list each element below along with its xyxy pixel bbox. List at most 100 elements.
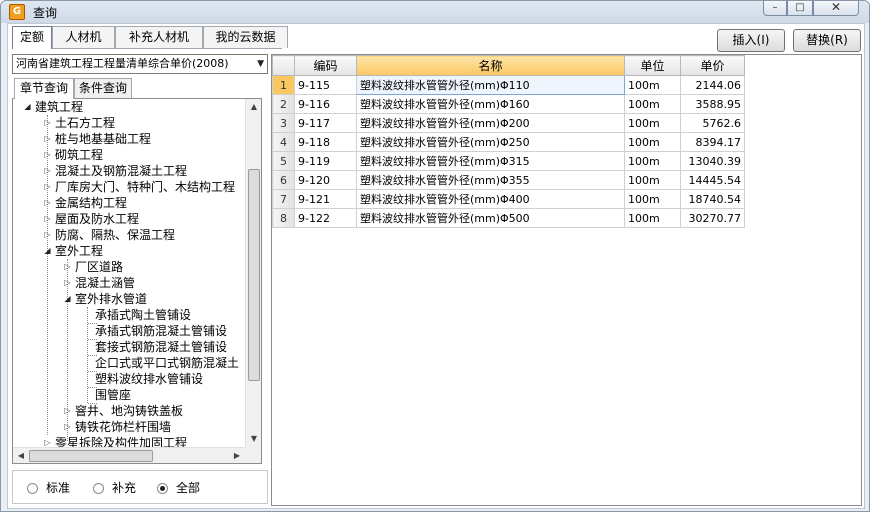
scroll-thumb[interactable] xyxy=(248,169,260,381)
table-row[interactable]: 3 9-117 塑料波纹排水管管外径(mm)Φ200 100m 5762.6 xyxy=(272,113,745,133)
cell-unit[interactable]: 100m xyxy=(624,75,681,95)
cell-price[interactable]: 5762.6 xyxy=(680,113,745,133)
column-header-price[interactable]: 单价 xyxy=(680,55,745,76)
tree-node[interactable]: 金属结构工程 xyxy=(55,195,127,211)
tree-horizontal-scrollbar[interactable]: ◀ ▶ xyxy=(13,447,245,463)
tab-supplement-lmm[interactable]: 补充人材机 xyxy=(115,26,203,48)
insert-button[interactable]: 插入(I) xyxy=(717,29,785,52)
chapter-tree[interactable]: ◢ 建筑工程 ▷ 土石方工程 ▷ 桩与地基基础工程 ▷ 砌筑工程 ▷ 混凝土及钢… xyxy=(12,98,262,464)
collapsed-triangle-icon[interactable]: ▷ xyxy=(43,211,52,227)
scroll-thumb[interactable] xyxy=(29,450,153,462)
cell-name[interactable]: 塑料波纹排水管管外径(mm)Φ250 xyxy=(356,132,625,152)
scroll-left-icon[interactable]: ◀ xyxy=(13,448,29,463)
expanded-triangle-icon[interactable]: ◢ xyxy=(23,99,32,115)
tab-condition-query[interactable]: 条件查询 xyxy=(74,78,132,98)
radio-supplement[interactable]: 补充 xyxy=(93,481,136,495)
tree-node[interactable]: 防腐、隔热、保温工程 xyxy=(55,227,175,243)
library-select[interactable]: 河南省建筑工程工程量清单综合单价(2008) ▼ xyxy=(12,54,268,74)
scroll-up-icon[interactable]: ▲ xyxy=(246,99,261,115)
expanded-triangle-icon[interactable]: ◢ xyxy=(43,243,52,259)
cell-code[interactable]: 9-115 xyxy=(294,75,357,95)
tree-vertical-scrollbar[interactable]: ▲ ▼ xyxy=(245,99,261,447)
cell-code[interactable]: 9-120 xyxy=(294,170,357,190)
tree-node[interactable]: 窨井、地沟铸铁盖板 xyxy=(75,403,183,419)
scroll-down-icon[interactable]: ▼ xyxy=(246,431,261,447)
tree-node[interactable]: 室外工程 xyxy=(55,243,103,259)
cell-name[interactable]: 塑料波纹排水管管外径(mm)Φ400 xyxy=(356,189,625,209)
cell-price[interactable]: 2144.06 xyxy=(680,75,745,95)
tab-my-cloud-data[interactable]: 我的云数据 xyxy=(203,26,288,48)
chevron-down-icon[interactable]: ▼ xyxy=(257,55,264,73)
tree-node[interactable]: 围管座 xyxy=(95,387,131,403)
tab-labor-material-machine[interactable]: 人材机 xyxy=(52,26,115,48)
collapsed-triangle-icon[interactable]: ▷ xyxy=(43,115,52,131)
collapsed-triangle-icon[interactable]: ▷ xyxy=(63,259,72,275)
tree-node[interactable]: 建筑工程 xyxy=(35,99,83,115)
cell-unit[interactable]: 100m xyxy=(624,189,681,209)
tree-node[interactable]: 零星拆除及构件加固工程 xyxy=(55,435,187,447)
replace-button[interactable]: 替换(R) xyxy=(793,29,861,52)
table-row[interactable]: 5 9-119 塑料波纹排水管管外径(mm)Φ315 100m 13040.39 xyxy=(272,151,745,171)
cell-code[interactable]: 9-116 xyxy=(294,94,357,114)
collapsed-triangle-icon[interactable]: ▷ xyxy=(43,131,52,147)
tree-node[interactable]: 砌筑工程 xyxy=(55,147,103,163)
radio-circle[interactable] xyxy=(27,483,38,494)
tree-node[interactable]: 土石方工程 xyxy=(55,115,115,131)
tree-node[interactable]: 屋面及防水工程 xyxy=(55,211,139,227)
cell-unit[interactable]: 100m xyxy=(624,132,681,152)
cell-code[interactable]: 9-119 xyxy=(294,151,357,171)
tree-node[interactable]: 承插式陶土管铺设 xyxy=(95,307,191,323)
tab-quota[interactable]: 定额 xyxy=(12,26,52,49)
collapsed-triangle-icon[interactable]: ▷ xyxy=(43,195,52,211)
column-header-name[interactable]: 名称 xyxy=(356,55,625,76)
cell-unit[interactable]: 100m xyxy=(624,208,681,228)
cell-unit[interactable]: 100m xyxy=(624,170,681,190)
table-row[interactable]: 8 9-122 塑料波纹排水管管外径(mm)Φ500 100m 30270.77 xyxy=(272,208,745,228)
cell-code[interactable]: 9-117 xyxy=(294,113,357,133)
cell-unit[interactable]: 100m xyxy=(624,113,681,133)
cell-price[interactable]: 3588.95 xyxy=(680,94,745,114)
cell-unit[interactable]: 100m xyxy=(624,151,681,171)
collapsed-triangle-icon[interactable]: ▷ xyxy=(63,275,72,291)
radio-circle[interactable] xyxy=(93,483,104,494)
tree-node[interactable]: 套接式钢筋混凝土管铺设 xyxy=(95,339,227,355)
cell-price[interactable]: 14445.54 xyxy=(680,170,745,190)
collapsed-triangle-icon[interactable]: ▷ xyxy=(43,227,52,243)
scroll-right-icon[interactable]: ▶ xyxy=(229,448,245,463)
cell-price[interactable]: 18740.54 xyxy=(680,189,745,209)
tree-node-selected[interactable]: 塑料波纹排水管铺设 xyxy=(95,371,203,387)
radio-all[interactable]: 全部 xyxy=(157,481,200,495)
cell-unit[interactable]: 100m xyxy=(624,94,681,114)
cell-price[interactable]: 13040.39 xyxy=(680,151,745,171)
cell-price[interactable]: 8394.17 xyxy=(680,132,745,152)
table-row[interactable]: 4 9-118 塑料波纹排水管管外径(mm)Φ250 100m 8394.17 xyxy=(272,132,745,152)
tree-node[interactable]: 桩与地基基础工程 xyxy=(55,131,151,147)
tree-node[interactable]: 铸铁花饰栏杆围墙 xyxy=(75,419,171,435)
cell-name[interactable]: 塑料波纹排水管管外径(mm)Φ110 xyxy=(356,75,625,95)
close-button[interactable]: ✕ xyxy=(813,1,859,16)
column-header-unit[interactable]: 单位 xyxy=(624,55,681,76)
tree-node[interactable]: 厂区道路 xyxy=(75,259,123,275)
tree-node[interactable]: 承插式钢筋混凝土管铺设 xyxy=(95,323,227,339)
cell-name[interactable]: 塑料波纹排水管管外径(mm)Φ500 xyxy=(356,208,625,228)
radio-circle-checked[interactable] xyxy=(157,483,168,494)
cell-code[interactable]: 9-118 xyxy=(294,132,357,152)
collapsed-triangle-icon[interactable]: ▷ xyxy=(43,147,52,163)
tree-node[interactable]: 室外排水管道 xyxy=(75,291,147,307)
tree-node[interactable]: 混凝土涵管 xyxy=(75,275,135,291)
table-row[interactable]: 7 9-121 塑料波纹排水管管外径(mm)Φ400 100m 18740.54 xyxy=(272,189,745,209)
cell-price[interactable]: 30270.77 xyxy=(680,208,745,228)
column-header-code[interactable]: 编码 xyxy=(294,55,357,76)
collapsed-triangle-icon[interactable]: ▷ xyxy=(43,435,52,447)
table-row[interactable]: 1 9-115 塑料波纹排水管管外径(mm)Φ110 100m 2144.06 xyxy=(272,75,745,95)
table-row[interactable]: 6 9-120 塑料波纹排水管管外径(mm)Φ355 100m 14445.54 xyxy=(272,170,745,190)
cell-code[interactable]: 9-121 xyxy=(294,189,357,209)
tree-node[interactable]: 企口式或平口式钢筋混凝土 xyxy=(95,355,239,371)
expanded-triangle-icon[interactable]: ◢ xyxy=(63,291,72,307)
cell-name[interactable]: 塑料波纹排水管管外径(mm)Φ355 xyxy=(356,170,625,190)
collapsed-triangle-icon[interactable]: ▷ xyxy=(63,419,72,435)
cell-name[interactable]: 塑料波纹排水管管外径(mm)Φ160 xyxy=(356,94,625,114)
tab-chapter-query[interactable]: 章节查询 xyxy=(14,78,74,99)
minimize-button[interactable]: – xyxy=(763,1,787,16)
table-row[interactable]: 2 9-116 塑料波纹排水管管外径(mm)Φ160 100m 3588.95 xyxy=(272,94,745,114)
